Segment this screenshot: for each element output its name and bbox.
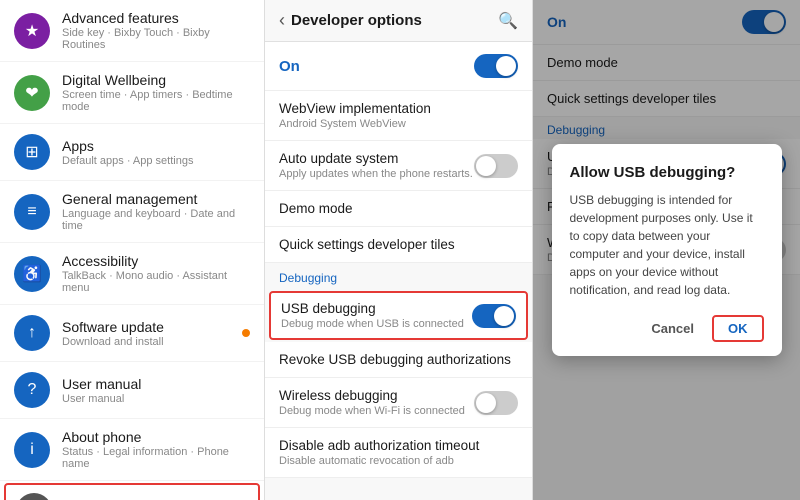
right-panel: OnDemo modeQuick settings developer tile…	[533, 0, 800, 500]
sidebar-item-subtitle-general-management: Language and keyboard · Date and time	[62, 208, 250, 232]
middle-section-list: On WebView implementation Android System W…	[265, 42, 532, 498]
middle-top-bar: ‹ Developer options 🔍	[265, 0, 532, 42]
sidebar-item-subtitle-digital-wellbeing: Screen time · App timers · Bedtime mode	[62, 89, 250, 113]
middle-item-title-webview: WebView implementation	[279, 101, 518, 116]
toggle-wireless-debugging[interactable]	[474, 391, 518, 415]
sidebar-item-advanced[interactable]: ★ Advanced featuresSide key · Bixby Touch…	[0, 0, 264, 62]
sidebar-item-subtitle-advanced: Side key · Bixby Touch · Bixby Routines	[62, 27, 250, 51]
middle-item-quick-settings[interactable]: Quick settings developer tiles	[265, 227, 532, 263]
sidebar-item-software-update[interactable]: ↑ Software updateDownload and install	[0, 305, 264, 362]
middle-item-subtitle-disable-adb: Disable automatic revocation of adb	[279, 455, 518, 467]
ok-button[interactable]: OK	[712, 315, 764, 342]
sidebar-item-title-accessibility: Accessibility	[62, 253, 250, 269]
toggle-auto-update[interactable]	[474, 154, 518, 178]
badge-software-update	[242, 329, 250, 337]
middle-panel: ‹ Developer options 🔍 On WebView implemen…	[265, 0, 533, 500]
dialog-title: Allow USB debugging?	[570, 164, 764, 181]
debugging-section-label: Debugging	[265, 263, 532, 289]
developer-options-on-label: On	[279, 58, 300, 75]
sidebar-item-developer-options[interactable]: { }Developer optionsDeveloper options	[4, 483, 260, 500]
sidebar-item-subtitle-apps: Default apps · App settings	[62, 155, 193, 167]
middle-item-wireless-debugging[interactable]: Wireless debugging Debug mode when Wi-Fi …	[265, 378, 532, 428]
software-update-icon: ↑	[14, 315, 50, 351]
back-button[interactable]: ‹	[279, 10, 285, 31]
middle-item-auto-update[interactable]: Auto update system Apply updates when the…	[265, 141, 532, 191]
middle-item-subtitle-usb-debugging: Debug mode when USB is connected	[281, 318, 464, 330]
middle-item-title-disable-adb: Disable adb authorization timeout	[279, 438, 518, 453]
middle-item-revoke-usb[interactable]: Revoke USB debugging authorizations	[265, 342, 532, 378]
sidebar-item-subtitle-accessibility: TalkBack · Mono audio · Assistant menu	[62, 270, 250, 294]
middle-item-title-revoke-usb: Revoke USB debugging authorizations	[279, 352, 518, 367]
developer-options-toggle-row: On	[265, 42, 532, 91]
middle-item-usb-debugging[interactable]: USB debugging Debug mode when USB is conn…	[269, 291, 528, 340]
sidebar-item-subtitle-software-update: Download and install	[62, 336, 164, 348]
apps-icon: ⊞	[14, 134, 50, 170]
general-management-icon: ≡	[14, 194, 50, 230]
sidebar-item-general-management[interactable]: ≡ General managementLanguage and keyboard…	[0, 181, 264, 243]
accessibility-icon: ♿	[14, 256, 50, 292]
sidebar-item-title-digital-wellbeing: Digital Wellbeing	[62, 72, 250, 88]
about-phone-icon: i	[14, 432, 50, 468]
left-panel: ★ Advanced featuresSide key · Bixby Touch…	[0, 0, 265, 500]
developer-options-icon: { }	[16, 493, 52, 500]
user-manual-icon: ?	[14, 372, 50, 408]
sidebar-item-title-user-manual: User manual	[62, 376, 141, 392]
sidebar-item-title-software-update: Software update	[62, 319, 164, 335]
middle-item-demo-mode[interactable]: Demo mode	[265, 191, 532, 227]
middle-item-subtitle-webview: Android System WebView	[279, 118, 518, 130]
middle-item-title-usb-debugging: USB debugging	[281, 301, 464, 316]
sidebar-item-digital-wellbeing[interactable]: ❤ Digital WellbeingScreen time · App time…	[0, 62, 264, 124]
digital-wellbeing-icon: ❤	[14, 75, 50, 111]
sidebar-item-about-phone[interactable]: i About phoneStatus · Legal information ·…	[0, 419, 264, 481]
sidebar-item-user-manual[interactable]: ? User manualUser manual	[0, 362, 264, 419]
sidebar-item-apps[interactable]: ⊞ AppsDefault apps · App settings	[0, 124, 264, 181]
advanced-icon: ★	[14, 13, 50, 49]
dialog-body: USB debugging is intended for developmen…	[570, 191, 764, 299]
sidebar-item-title-apps: Apps	[62, 138, 193, 154]
middle-panel-title: Developer options	[291, 12, 498, 29]
toggle-usb-debugging[interactable]	[472, 304, 516, 328]
search-icon[interactable]: 🔍	[498, 11, 518, 31]
sidebar-item-title-developer-options: Developer options	[64, 497, 177, 500]
sidebar-item-subtitle-about-phone: Status · Legal information · Phone name	[62, 446, 250, 470]
middle-item-title-quick-settings: Quick settings developer tiles	[279, 237, 518, 252]
sidebar-item-subtitle-user-manual: User manual	[62, 393, 141, 405]
middle-item-title-wireless-debugging: Wireless debugging	[279, 388, 465, 403]
dialog-box: Allow USB debugging? USB debugging is in…	[552, 144, 782, 356]
sidebar-item-title-about-phone: About phone	[62, 429, 250, 445]
sidebar-item-title-general-management: General management	[62, 191, 250, 207]
middle-item-title-auto-update: Auto update system	[279, 151, 473, 166]
dialog-buttons: Cancel OK	[570, 315, 764, 342]
cancel-button[interactable]: Cancel	[643, 315, 702, 342]
middle-item-disable-adb[interactable]: Disable adb authorization timeout Disable…	[265, 428, 532, 478]
middle-item-subtitle-wireless-debugging: Debug mode when Wi-Fi is connected	[279, 405, 465, 417]
middle-item-webview[interactable]: WebView implementation Android System Web…	[265, 91, 532, 141]
middle-item-subtitle-auto-update: Apply updates when the phone restarts.	[279, 168, 473, 180]
sidebar-item-title-advanced: Advanced features	[62, 10, 250, 26]
middle-item-title-demo-mode: Demo mode	[279, 201, 518, 216]
developer-options-toggle[interactable]	[474, 54, 518, 78]
sidebar-item-accessibility[interactable]: ♿ AccessibilityTalkBack · Mono audio · As…	[0, 243, 264, 305]
dialog-overlay: Allow USB debugging? USB debugging is in…	[533, 0, 800, 500]
